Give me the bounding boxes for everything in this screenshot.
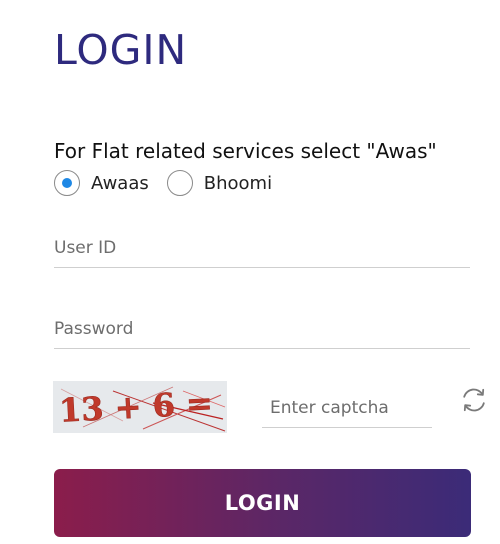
refresh-icon[interactable]	[459, 385, 489, 415]
captcha-input[interactable]	[262, 388, 432, 428]
page-title: LOGIN	[54, 26, 188, 74]
radio-checked-icon[interactable]	[54, 170, 80, 196]
svg-text:13 + 6 =: 13 + 6 =	[58, 384, 214, 430]
password-input[interactable]	[54, 309, 470, 349]
service-radio-group: Awaas Bhoomi	[54, 168, 272, 198]
radio-unchecked-icon[interactable]	[166, 170, 193, 196]
radio-label-bhoomi[interactable]: Bhoomi	[204, 173, 272, 194]
radio-label-awaas[interactable]: Awaas	[91, 173, 149, 194]
user-id-input[interactable]	[54, 228, 470, 268]
captcha-image: 13 + 6 =	[53, 381, 227, 433]
radio-option-awaas[interactable]: Awaas	[54, 170, 149, 196]
captcha-graphic: 13 + 6 =	[53, 381, 227, 433]
login-button[interactable]: LOGIN	[54, 469, 471, 537]
radio-option-bhoomi[interactable]: Bhoomi	[166, 170, 272, 196]
login-page: LOGIN For Flat related services select "…	[0, 0, 500, 544]
service-instruction: For Flat related services select "Awas"	[54, 139, 437, 163]
